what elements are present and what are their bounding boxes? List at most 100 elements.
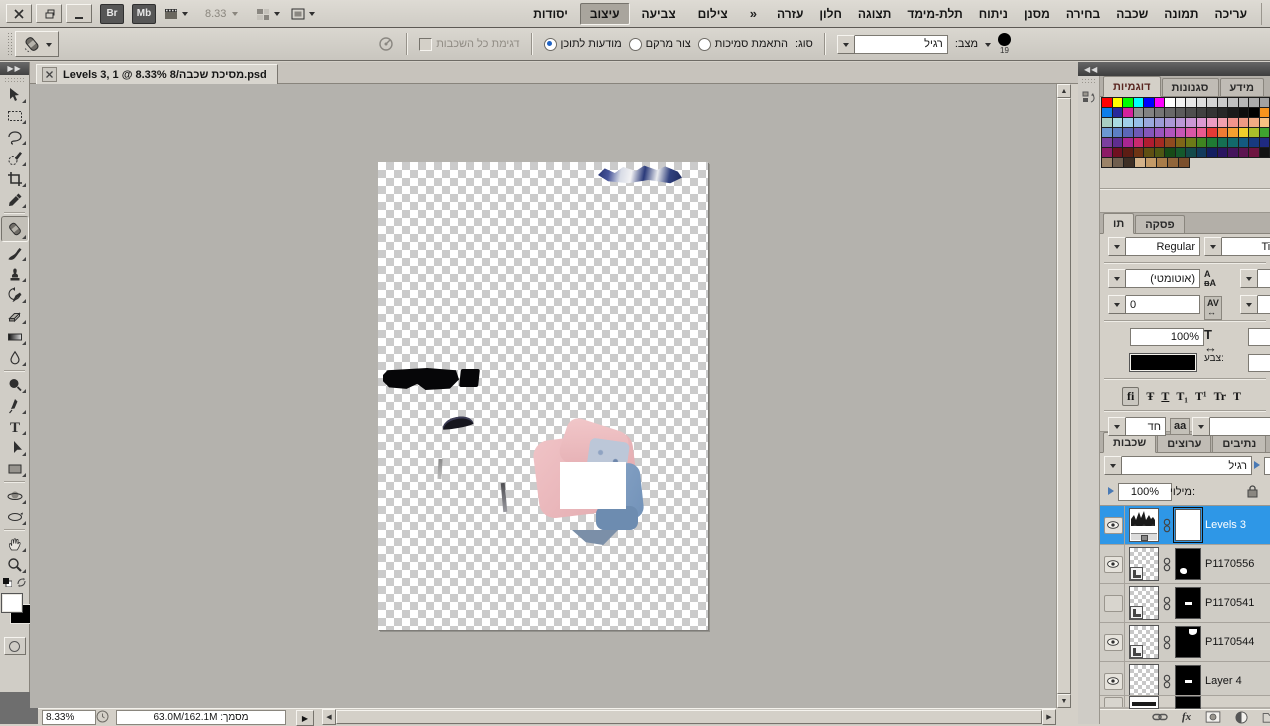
strip-grip-handle[interactable] [1081,78,1096,83]
minimize-window-button[interactable] [66,4,92,23]
tool-orbit-3d[interactable] [2,506,28,527]
opentype-button-2[interactable]: T [1161,389,1169,404]
layer-visibility-eye-icon[interactable] [1104,634,1123,651]
tool-pen[interactable] [2,395,28,416]
tab-paragraph[interactable]: פסקה [1135,215,1184,233]
radio-proximity-match[interactable]: התאמת סמיכות [698,38,788,51]
tool-type[interactable]: T [2,416,28,437]
new-group-icon[interactable] [1262,711,1270,723]
language-select[interactable] [1192,417,1270,436]
add-adjustment-layer-icon[interactable] [1235,711,1248,724]
mini-bridge-button[interactable]: Mb [132,4,156,24]
scroll-right-button[interactable]: ▶ [1042,709,1056,725]
fill-slider-arrow[interactable] [1108,487,1118,495]
tool-history-brush[interactable] [2,284,28,305]
vertical-scale-field[interactable]: 100% [1130,328,1204,346]
workspace-tab-0[interactable]: יסודות [523,3,578,25]
mask-link-icon[interactable] [1163,518,1171,533]
menu-item-0[interactable]: עריכה [1207,3,1255,25]
layer-mask-thumbnail[interactable] [1175,509,1201,541]
layer-row-layer-4[interactable]: Layer 4 [1100,662,1270,695]
workspace-overflow-chevron[interactable]: » [750,6,757,21]
radio-icon[interactable] [698,38,711,51]
tool-hand[interactable] [2,533,28,554]
tab-character[interactable]: תו [1103,213,1134,234]
opacity-field-cut[interactable] [1264,457,1270,475]
layer-thumbnail[interactable] [1129,664,1159,695]
document-tab[interactable]: Levels 3, 1 @ 8.33% 8/מסיכת שכבה.psd [36,64,278,85]
tool-quick-select[interactable] [2,147,28,168]
layer-name[interactable]: P1170556 [1205,558,1270,570]
opentype-button-1[interactable]: Ŧ [1146,389,1154,404]
layer-row-p1170544[interactable]: P1170544 [1100,623,1270,662]
baseline-shift-field[interactable] [1248,354,1270,372]
combo-arrow-button[interactable] [837,35,855,54]
bridge-button[interactable]: Br [100,4,124,24]
opentype-button-3[interactable]: T₁ [1176,389,1188,404]
menu-item-5[interactable]: ניתוח [971,3,1016,25]
layer-name[interactable]: P1170541 [1205,597,1270,609]
mask-link-icon[interactable] [1163,596,1171,611]
swatch-5-15[interactable] [1259,147,1270,158]
mask-link-icon[interactable] [1163,674,1171,689]
font-size-select[interactable] [1240,269,1270,288]
workspace-tab-1[interactable]: עיצוב [580,3,630,25]
combo-arrow-button[interactable] [1240,295,1258,314]
scroll-up-button[interactable]: ▲ [1057,84,1071,98]
combo-arrow-button[interactable] [1108,417,1126,436]
tool-rotate-3d[interactable] [2,485,28,506]
opentype-button-6[interactable]: T [1233,389,1241,404]
layer-name[interactable]: P1170544 [1205,636,1270,648]
fill-value-field[interactable]: 100% [1118,483,1172,501]
font-style-select[interactable]: Regular [1108,237,1200,256]
view-extras-button[interactable] [160,5,191,23]
layer-thumbnail[interactable] [1129,625,1159,659]
swatch-6-7[interactable] [1178,157,1190,168]
swap-colors-icon[interactable] [17,578,26,587]
default-colors-icon[interactable] [3,578,12,587]
scroll-down-button[interactable]: ▼ [1057,694,1071,708]
vertical-scroll-thumb[interactable] [1057,98,1071,694]
mask-link-icon[interactable] [1163,635,1171,650]
combo-arrow-button[interactable] [1108,295,1126,314]
document-canvas[interactable] [378,162,708,630]
radio-create-texture[interactable]: צור מרקם [629,38,691,51]
add-layer-mask-icon[interactable] [1205,711,1221,723]
layer-row-p1170556[interactable]: P1170556 [1100,545,1270,584]
layer-row-partial[interactable] [1100,695,1270,709]
text-color-swatch[interactable] [1130,354,1196,371]
layer-mask-thumbnail[interactable] [1175,626,1201,658]
tool-shape[interactable] [2,458,28,479]
layer-visibility-empty[interactable] [1104,595,1123,612]
sample-all-layers-checkbox[interactable]: דגימת כל השכבות [419,38,519,51]
restore-window-button[interactable] [36,4,62,23]
layer-name[interactable]: Layer 4 [1205,675,1270,687]
combo-arrow-button[interactable] [1204,237,1222,256]
menu-item-2[interactable]: שכבה [1108,3,1156,25]
checkbox-icon[interactable] [419,38,432,51]
history-panel-icon[interactable] [1080,87,1098,109]
tools-panel-header[interactable]: ▶▶ [0,62,29,75]
collapse-dock-icon[interactable]: ◀◀ [1084,65,1098,74]
menu-item-6[interactable]: תלת-מימד [899,3,970,25]
font-family-select[interactable]: Times [1204,237,1270,256]
tab-swatches[interactable]: דוגמיות [1103,76,1161,97]
opacity-slider-arrow[interactable] [1254,461,1264,469]
leading-select[interactable]: (אוטומטי) [1108,269,1200,288]
options-grip-handle[interactable] [7,32,12,56]
lock-icon[interactable] [1246,484,1259,499]
combo-arrow-button[interactable] [1108,237,1126,256]
combo-arrow-button[interactable] [1108,269,1126,288]
menu-item-3[interactable]: בחירה [1058,3,1108,25]
vertical-scrollbar[interactable]: ▲ ▼ [1056,84,1070,708]
tab-styles[interactable]: סגנונות [1162,78,1219,96]
anti-alias-select[interactable]: חד [1108,417,1166,436]
tab-info[interactable]: מידע [1220,78,1265,96]
layer-visibility-eye-icon[interactable] [1104,673,1123,690]
mask-link-icon[interactable] [1163,557,1171,572]
workspace-tab-3[interactable]: צילום [688,3,738,25]
link-layers-icon[interactable] [1152,712,1168,722]
menu-item-8[interactable]: חלון [811,3,850,25]
tools-grip-handle[interactable] [4,77,25,82]
brush-preset-picker[interactable]: 19 [998,33,1011,55]
